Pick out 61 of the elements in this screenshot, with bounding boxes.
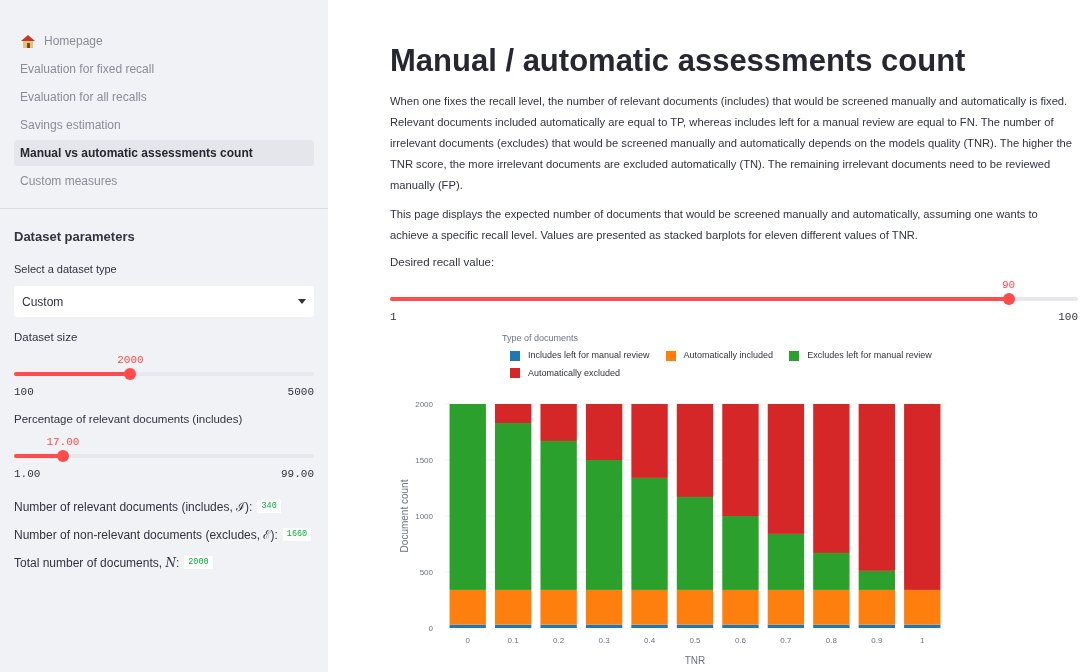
slider[interactable]: 17.00	[14, 432, 314, 466]
stat-value: 1660	[282, 528, 312, 541]
slider-max: 100	[1058, 310, 1078, 325]
slider-value: 17.00	[46, 435, 80, 450]
stat-label: Number of non-relevant documents (excludes, ℰ):	[14, 526, 278, 544]
y-tick-label: 500	[419, 568, 433, 577]
slider[interactable]: 2000	[14, 350, 314, 385]
page-title: Manual / automatic assessments count	[390, 42, 967, 80]
x-tick-label: 1	[920, 636, 925, 645]
nav-item[interactable]: Evaluation for all recalls	[14, 84, 314, 110]
slider-max: 5000	[287, 385, 314, 401]
nav-item[interactable]: Manual vs automatic assessments count	[14, 140, 314, 166]
y-tick-label: 1500	[415, 456, 433, 465]
x-tick-label: 0.8	[825, 636, 837, 645]
slider-thumb[interactable]	[1002, 293, 1015, 305]
stat-label: Number of relevant documents (includes, ℐ):	[14, 498, 253, 516]
y-tick-label: 1000	[415, 512, 433, 521]
x-tick-label: 0.7	[780, 636, 792, 645]
section-heading: Dataset parameters	[14, 228, 136, 246]
select-label: Select a dataset type	[14, 261, 118, 277]
x-tick-label: 0.6	[734, 636, 746, 645]
slider-min: 1	[390, 310, 397, 325]
y-tick-label: 0	[428, 624, 433, 633]
x-tick-label: 0	[465, 636, 470, 645]
nav-item[interactable]: Evaluation for fixed recall	[14, 56, 314, 82]
house-icon	[20, 33, 36, 49]
legend-label: Includes left for manual review	[528, 349, 650, 362]
slider-min: 1.00	[14, 467, 41, 482]
slider-label: Desired recall value:	[390, 254, 495, 270]
slider-value: 2000	[117, 353, 144, 369]
legend-label: Excludes left for manual review	[807, 349, 932, 362]
x-tick-label: 0.3	[598, 636, 610, 645]
slider-max: 99.00	[281, 467, 314, 482]
slider-label: Percentage of relevant documents (includes)	[14, 411, 243, 427]
slider-thumb[interactable]	[124, 368, 137, 381]
stat-value: 340	[257, 500, 281, 513]
y-axis-title: Document count	[399, 479, 410, 553]
x-tick-label: 0.4	[644, 636, 656, 645]
x-tick-label: 0.5	[689, 636, 701, 645]
nav-item[interactable]: Savings estimation	[14, 112, 314, 138]
nav-item[interactable]: Custom measures	[14, 168, 314, 194]
description-paragraph: When one fixes the recall level, the number of relevant documents (includes) that would be screened manually and automatically is fixed. Relevant documents included automatically are equal to TP, whereas includes left for a manual review are equal to FN. The number of irrelevant documents (excludes) that would be screened manually and automatically depends on the models quality (TNR). The higher the TNR score, the more irrelevant documents are excluded automatically (TN). The remaining irrelevant documents need to be reviewed manually (FP).	[390, 93, 1073, 193]
nav-item[interactable]: Homepage	[14, 28, 314, 54]
x-tick-label: 0.2	[553, 636, 565, 645]
stat-value: 2000	[184, 556, 213, 569]
slider-thumb[interactable]	[56, 450, 69, 462]
dataset-type-select[interactable]: Custom	[14, 286, 314, 317]
slider-value: 90	[1001, 278, 1016, 293]
slider-label: Dataset size	[14, 330, 78, 345]
slider[interactable]: 90	[390, 275, 1078, 309]
legend-label: Automatically included	[683, 349, 774, 362]
x-tick-label: 0.1	[507, 636, 519, 645]
stat-label: Total number of documents, N:	[14, 554, 180, 572]
caret-icon	[298, 299, 306, 304]
legend-label: Automatically excluded	[528, 366, 621, 380]
description-paragraph: This page displays the expected number of documents that would be screened manually and automatically, assuming one wants to achieve a specific recall level. Values are presented as stacked barplots for eleven different values of TNR.	[390, 206, 1039, 243]
slider-min: 100	[14, 385, 34, 401]
x-tick-label: 0.9	[871, 636, 883, 645]
x-axis-title: TNR	[684, 655, 706, 666]
legend-title: Type of documents	[502, 331, 580, 345]
y-tick-label: 2000	[415, 400, 433, 409]
